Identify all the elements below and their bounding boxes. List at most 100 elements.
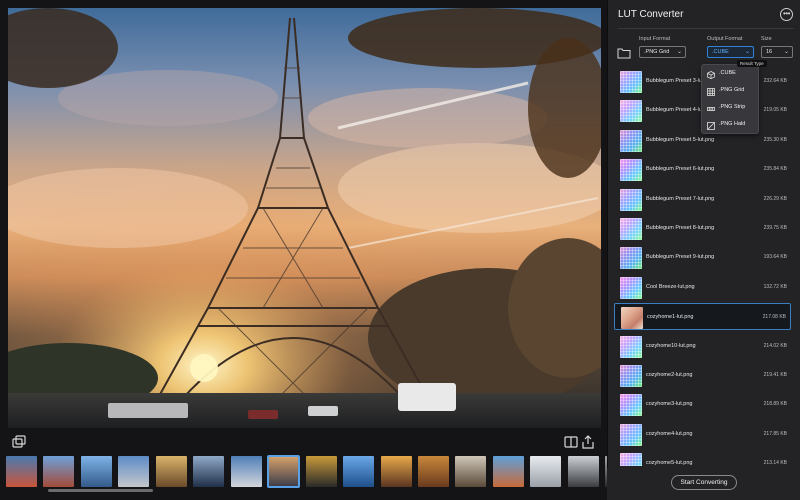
filmstrip-thumb[interactable] (193, 456, 225, 487)
file-row[interactable]: cozyhome3-lut.png 218.89 KB (614, 391, 791, 418)
chevron-down-icon: ⌄ (783, 49, 789, 55)
filmstrip-thumb[interactable] (380, 456, 412, 487)
file-row[interactable]: cozyhome2-lut.png 219.41 KB (614, 362, 791, 389)
folder-icon[interactable] (617, 46, 631, 59)
input-format-label: Input Format (639, 36, 671, 42)
compare-versions-icon[interactable] (11, 434, 27, 450)
lut-thumbnail (620, 247, 642, 270)
input-format-select[interactable]: .PNG Grid ⌄ (639, 46, 686, 58)
file-row[interactable]: Cool Breeze-lut.png 132.72 KB (614, 274, 791, 301)
option-cube[interactable]: .CUBE (702, 65, 758, 82)
lut-thumbnail (620, 365, 642, 387)
file-row[interactable]: cozyhome10-lut.png 214.02 KB (614, 333, 791, 360)
file-name: cozyhome2-lut.png (646, 372, 693, 378)
lut-thumbnail (620, 159, 642, 182)
file-row[interactable]: Bubblegum Preset 8-lut.png 239.75 KB (614, 215, 791, 242)
preview-area (0, 0, 607, 500)
output-format-value: .CUBE (712, 49, 729, 55)
file-row[interactable]: cozyhome5-lut.png 213.14 KB (614, 450, 791, 466)
split-view-icon[interactable] (563, 434, 579, 450)
lut-thumbnail (620, 335, 642, 358)
option-label: .PNG Hald (719, 121, 746, 127)
output-format-label: Output Format (707, 36, 743, 42)
eiffel-tower-image (8, 8, 601, 428)
file-row[interactable]: cozyhome4-lut.png 217.85 KB (614, 421, 791, 448)
filmstrip[interactable] (0, 454, 607, 490)
lut-thumbnail (620, 453, 642, 466)
size-select[interactable]: 16 ⌄ (761, 46, 793, 58)
cube-icon (707, 70, 715, 80)
filmstrip-scrollbar[interactable] (48, 489, 153, 492)
hald-icon (707, 121, 715, 130)
file-name: cozyhome3-lut.png (646, 401, 693, 408)
filmstrip-thumb[interactable] (417, 456, 449, 487)
share-icon[interactable] (580, 434, 596, 450)
file-size: 214.02 KB (763, 342, 787, 349)
file-name: cozyhome4-lut.png (646, 430, 693, 437)
file-name: cozyhome5-lut.png (646, 460, 693, 466)
output-format-dropdown: .CUBE .PNG Grid .PNG Strip .PNG Hald (701, 64, 759, 134)
file-name: Cool Breeze-lut.png (646, 283, 695, 290)
filmstrip-thumb[interactable] (6, 456, 37, 487)
file-size: 132.72 KB (763, 283, 787, 290)
file-row[interactable]: cozyhome1-lut.png 217.08 KB (614, 303, 791, 331)
filmstrip-thumb[interactable] (155, 456, 187, 487)
option-label: .PNG Grid (719, 87, 745, 93)
output-format-select[interactable]: .CUBE ⌄ (707, 46, 754, 58)
lut-thumbnail (620, 71, 642, 93)
size-value: 16 (766, 49, 773, 55)
filmstrip-thumb[interactable] (43, 456, 75, 487)
option-png-hald[interactable]: .PNG Hald (702, 116, 758, 133)
option-png-strip[interactable]: .PNG Strip (702, 99, 758, 116)
filmstrip-thumb[interactable] (305, 456, 337, 487)
lut-thumbnail (620, 276, 642, 299)
input-format-value: .PNG Grid (644, 49, 670, 55)
start-converting-button[interactable]: Start Converting (671, 475, 737, 490)
divider (618, 28, 794, 29)
lut-thumbnail (620, 394, 642, 417)
file-size: 217.08 KB (762, 314, 786, 321)
file-size: 218.89 KB (763, 401, 787, 408)
filmstrip-thumb[interactable] (530, 456, 562, 487)
preview-photo (8, 8, 601, 428)
file-name: cozyhome10-lut.png (646, 342, 696, 349)
filmstrip-thumb[interactable] (567, 456, 599, 487)
filmstrip-thumb[interactable] (118, 456, 150, 487)
preview-toolbar (0, 430, 607, 452)
lut-thumbnail (621, 307, 643, 330)
lut-thumbnail (620, 188, 642, 211)
file-name: Bubblegum Preset 8-lut.png (646, 225, 715, 231)
file-name: cozyhome1-lut.png (647, 314, 694, 321)
option-png-grid[interactable]: .PNG Grid (702, 82, 758, 99)
size-label: Size (761, 36, 772, 42)
filmstrip-thumb[interactable] (80, 456, 112, 487)
filmstrip-thumb[interactable] (343, 456, 375, 487)
file-row[interactable]: Bubblegum Preset 9-lut.png 193.64 KB (614, 244, 791, 271)
file-size: 235.30 KB (763, 136, 787, 143)
chevron-down-icon: ⌄ (744, 49, 750, 55)
grid-icon (707, 87, 715, 96)
lut-thumbnail (620, 423, 642, 446)
filmstrip-thumb[interactable] (230, 456, 262, 487)
filmstrip-thumb[interactable] (455, 456, 487, 487)
file-list-scrollbar[interactable] (787, 68, 789, 466)
option-label: .PNG Strip (719, 104, 746, 110)
file-size: 235.84 KB (763, 166, 787, 173)
filmstrip-thumb-selected[interactable] (267, 455, 301, 488)
file-name: Bubblegum Preset 7-lut.png (646, 195, 715, 202)
app-title: LUT Converter (618, 9, 684, 20)
file-name: Bubblegum Preset 6-lut.png (646, 166, 715, 173)
file-size: 219.41 KB (763, 372, 787, 378)
file-size: 193.64 KB (763, 254, 787, 261)
lut-thumbnail (620, 129, 642, 152)
filmstrip-thumb[interactable] (492, 456, 524, 487)
more-options-button[interactable]: ••• (780, 8, 793, 21)
lut-thumbnail (620, 100, 642, 123)
strip-icon (707, 104, 715, 112)
lut-thumbnail (620, 218, 642, 240)
file-row[interactable]: Bubblegum Preset 7-lut.png 226.29 KB (614, 186, 791, 213)
bottom-bar: Start Converting (607, 468, 800, 500)
option-label: .CUBE (719, 70, 736, 76)
file-size: 217.85 KB (763, 430, 787, 437)
file-row[interactable]: Bubblegum Preset 6-lut.png 235.84 KB (614, 156, 791, 183)
